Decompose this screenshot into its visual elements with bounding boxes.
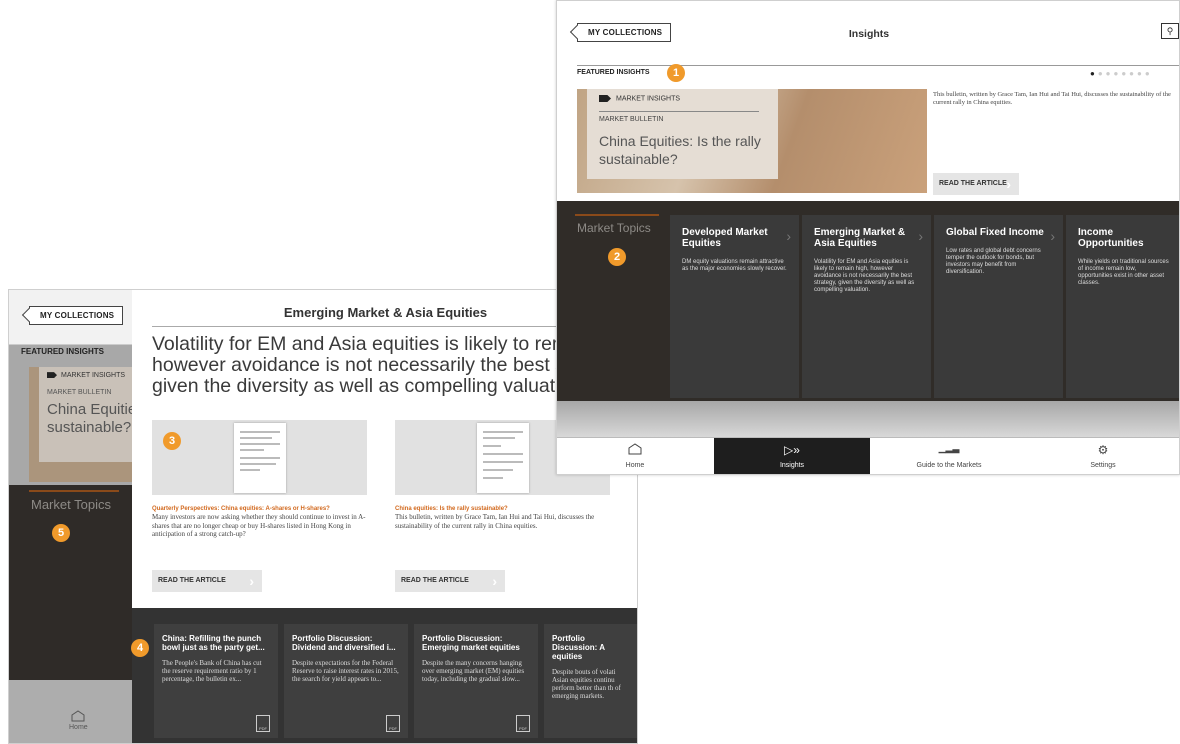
market-topics-section: Market Topics Developed Market Equities … [557, 201, 1179, 401]
bottom-nav: Home ▷» Insights ▁▂▃ Guide to the Market… [557, 437, 1179, 474]
featured-section: FEATURED INSIGHTS MARKET INSIGHTS MARKET… [9, 345, 144, 485]
insights-icon: ▷» [784, 443, 800, 457]
featured-label: FEATURED INSIGHTS [577, 69, 650, 76]
carousel-dots[interactable]: ●●●●●●●● [1090, 69, 1153, 78]
article-desc: Many investors are now asking whether th… [152, 513, 366, 538]
featured-tag: MARKET INSIGHTS [47, 372, 125, 379]
article-title[interactable]: China equities: Is the rally sustainable… [395, 506, 508, 512]
article-thumbnail[interactable] [152, 420, 367, 495]
topic-card[interactable]: Emerging Market & Asia Equities Volatili… [802, 215, 931, 398]
home-icon [557, 443, 713, 458]
callout-badge: 3 [163, 432, 181, 450]
callout-badge: 1 [667, 64, 685, 82]
paper-card[interactable]: China: Refilling the punch bowl just as … [154, 624, 278, 738]
papers-strip: China: Refilling the punch bowl just as … [132, 608, 637, 743]
paper-card[interactable]: Portfolio Discussion: Emerging market eq… [414, 624, 538, 738]
topics-accent-bar [29, 490, 119, 492]
detail-tablet: MY COLLECTIONS FEATURED INSIGHTS MARKET … [8, 289, 638, 744]
search-button[interactable]: ⚲ [1161, 23, 1179, 39]
chevron-right-icon: › [786, 228, 791, 244]
nav-settings[interactable]: ⚙ Settings [1025, 438, 1179, 474]
document-preview [234, 423, 286, 493]
featured-label: FEATURED INSIGHTS [21, 347, 104, 356]
my-collections-button[interactable]: MY COLLECTIONS [29, 306, 124, 325]
paper-card[interactable]: Portfolio Discussion: A equities Despite… [544, 624, 637, 738]
featured-title: China Equities sustainable? [47, 401, 144, 436]
featured-sub: MARKET BULLETIN [47, 389, 112, 396]
sidebar-header: MY COLLECTIONS [9, 290, 132, 345]
callout-badge: 4 [131, 639, 149, 657]
nav-insights[interactable]: ▷» Insights [714, 438, 870, 474]
chart-icon: ▁▂▃ [938, 443, 960, 453]
tag-icon [599, 95, 611, 102]
topic-card[interactable]: Income Opportunities While yields on tra… [1066, 215, 1179, 398]
search-icon: ⚲ [1166, 26, 1174, 36]
article-title[interactable]: Quarterly Perspectives: China equities: … [152, 506, 330, 512]
page-title: Insights [848, 28, 890, 40]
callout-badge: 5 [52, 524, 70, 542]
insights-tablet: MY COLLECTIONS Insights ⚲ FEATURED INSIG… [556, 0, 1180, 475]
read-article-button[interactable]: READ THE ARTICLE [152, 570, 262, 592]
chevron-right-icon: › [918, 228, 923, 244]
featured-tag: MARKET INSIGHTS [599, 95, 680, 102]
pdf-icon[interactable]: PDF [256, 715, 270, 732]
featured-card[interactable]: MARKET INSIGHTS MARKET BULLETIN China Eq… [39, 367, 144, 462]
featured-desc: This bulletin, written by Grace Tam, Ian… [933, 91, 1171, 106]
sidebar-footer: Home [9, 680, 132, 743]
pdf-icon[interactable]: PDF [386, 715, 400, 732]
market-topics-heading: Market Topics [577, 221, 651, 235]
market-topics-heading: Market Topics [31, 497, 111, 512]
topic-card[interactable]: Global Fixed Income Low rates and global… [934, 215, 1063, 398]
header-divider [577, 65, 1179, 66]
read-article-button[interactable]: READ THE ARTICLE [395, 570, 505, 592]
nav-home[interactable]: Home [557, 438, 713, 474]
pdf-icon[interactable]: PDF [516, 715, 530, 732]
callout-badge: 2 [608, 248, 626, 266]
read-article-button[interactable]: READ THE ARTICLE [933, 173, 1019, 195]
home-icon [71, 710, 85, 722]
topic-card[interactable]: Developed Market Equities DM equity valu… [670, 215, 799, 398]
nav-guide-to-the-markets[interactable]: ▁▂▃ Guide to the Markets [871, 438, 1027, 474]
chevron-right-icon: › [1050, 228, 1055, 244]
divider-band [557, 401, 1179, 437]
dimmed-sidebar: MY COLLECTIONS FEATURED INSIGHTS MARKET … [9, 290, 144, 743]
topics-accent-bar [575, 214, 659, 216]
article-desc: This bulletin, written by Grace Tam, Ian… [395, 513, 595, 530]
nav-home[interactable]: Home [69, 710, 88, 731]
paper-card[interactable]: Portfolio Discussion: Dividend and diver… [284, 624, 408, 738]
market-topics-panel: Market Topics [9, 485, 132, 680]
gear-icon: ⚙ [1097, 443, 1109, 457]
card-divider [599, 111, 759, 112]
featured-card[interactable]: MARKET INSIGHTS MARKET BULLETIN China Eq… [587, 89, 778, 179]
document-preview [477, 423, 529, 493]
featured-sub: MARKET BULLETIN [599, 116, 664, 123]
tag-icon [47, 372, 57, 379]
featured-title: China Equities: Is the rally sustainable… [599, 133, 761, 167]
